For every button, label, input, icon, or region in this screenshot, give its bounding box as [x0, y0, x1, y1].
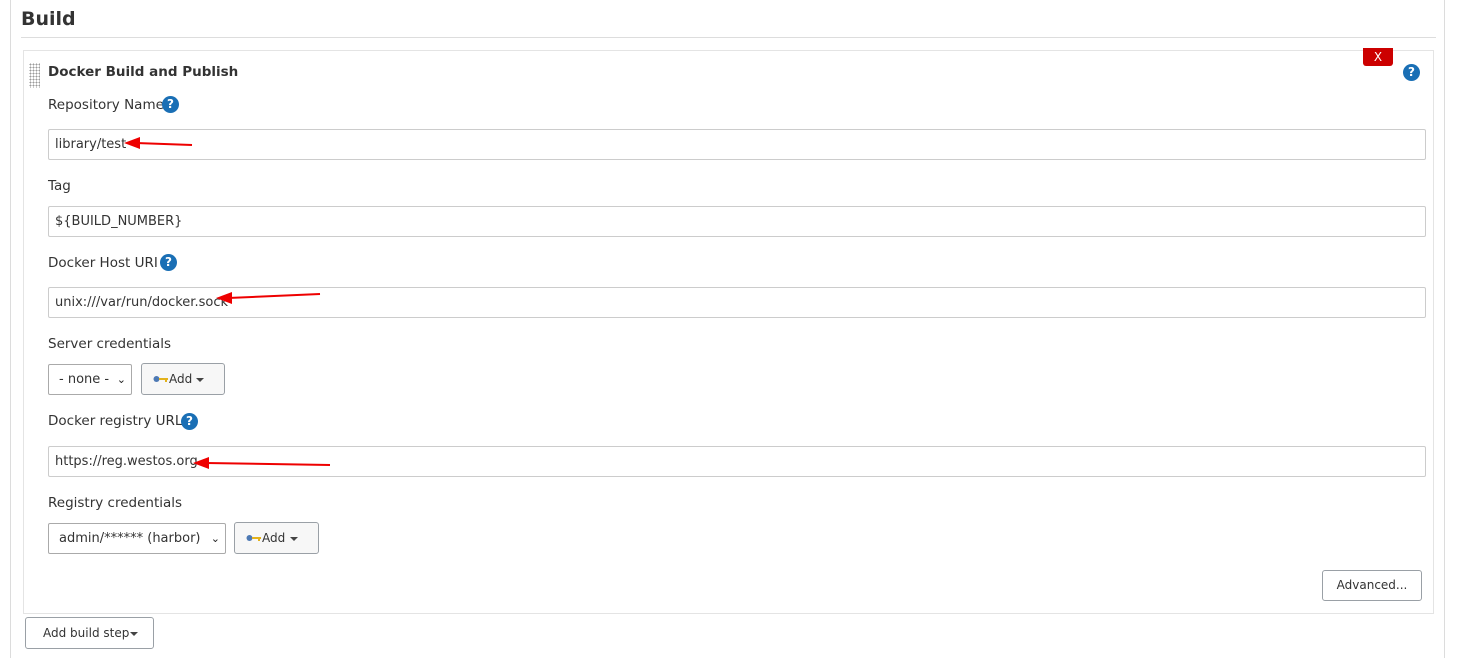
step-title: Docker Build and Publish: [48, 64, 239, 80]
repository-name-input[interactable]: [48, 129, 1426, 160]
docker-registry-url-label: Docker registry URL: [48, 413, 183, 429]
caret-down-icon: [290, 537, 298, 541]
docker-registry-url-input[interactable]: [48, 446, 1426, 477]
chevron-down-icon: ⌄: [116, 373, 126, 386]
add-build-step-label: Add build step: [43, 626, 130, 640]
add-build-step-button[interactable]: Add build step: [25, 617, 154, 649]
section-divider: [21, 37, 1436, 38]
repository-name-label: Repository Name: [48, 97, 164, 113]
server-credentials-label: Server credentials: [48, 336, 172, 352]
advanced-button[interactable]: Advanced...: [1322, 570, 1422, 601]
section-title: Build: [21, 8, 76, 30]
caret-down-icon: [196, 378, 204, 382]
add-button-label: Add: [169, 372, 193, 386]
add-server-credentials-button[interactable]: Add: [141, 363, 225, 395]
docker-host-uri-help-icon[interactable]: ?: [160, 254, 177, 271]
add-registry-credentials-button[interactable]: Add: [234, 522, 319, 554]
registry-credentials-selected: admin/****** (harbor): [59, 531, 201, 546]
docker-registry-url-help-icon[interactable]: ?: [181, 413, 198, 430]
registry-credentials-select[interactable]: admin/****** (harbor) ⌄: [48, 523, 226, 554]
tag-label: Tag: [48, 178, 71, 194]
drag-handle-icon[interactable]: [29, 63, 40, 88]
docker-host-uri-label: Docker Host URI: [48, 255, 158, 271]
delete-step-button[interactable]: X: [1363, 48, 1393, 66]
docker-host-uri-input[interactable]: [48, 287, 1426, 318]
step-help-icon[interactable]: ?: [1403, 64, 1420, 81]
tag-input[interactable]: [48, 206, 1426, 237]
repository-name-help-icon[interactable]: ?: [162, 96, 179, 113]
caret-down-icon: [130, 632, 138, 636]
server-credentials-select[interactable]: - none - ⌄: [48, 364, 132, 395]
chevron-down-icon: ⌄: [210, 532, 220, 545]
key-icon: [153, 376, 168, 382]
key-icon: [246, 535, 261, 541]
registry-credentials-label: Registry credentials: [48, 495, 183, 511]
add-button-label: Add: [262, 531, 286, 545]
server-credentials-selected: - none -: [59, 372, 110, 387]
